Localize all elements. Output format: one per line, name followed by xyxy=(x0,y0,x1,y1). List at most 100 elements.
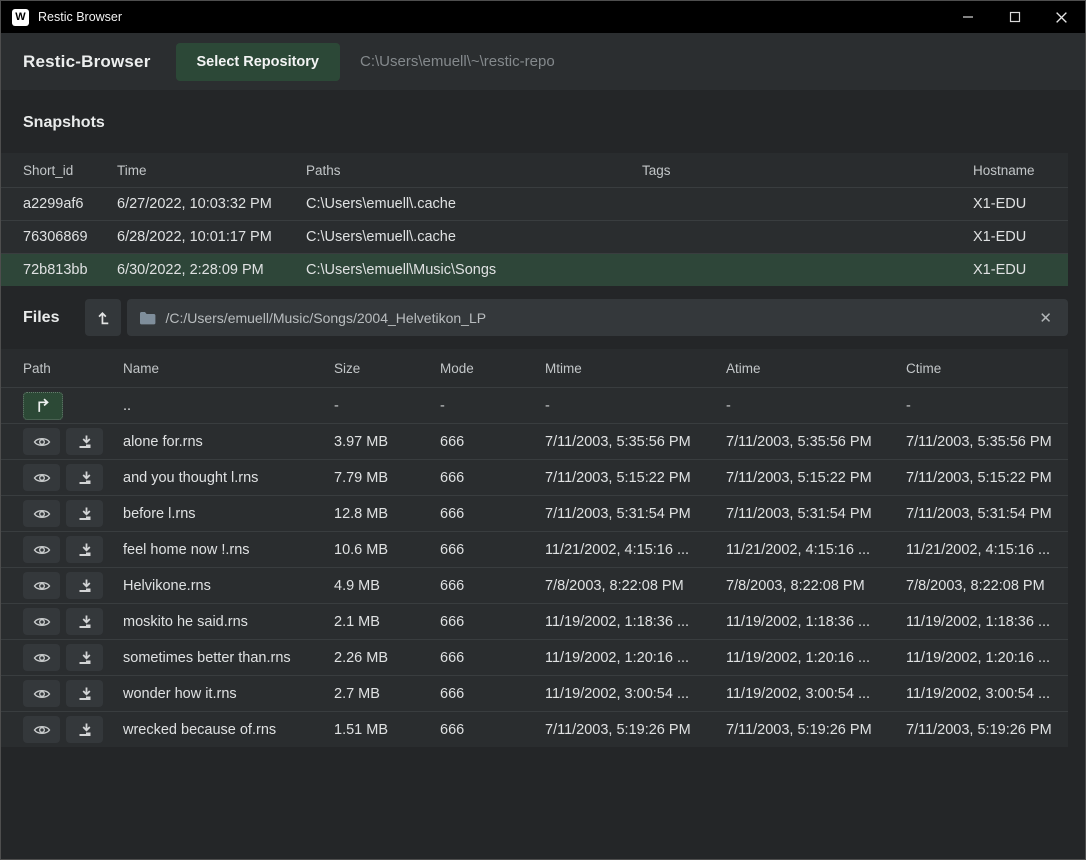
file-size: 2.26 MB xyxy=(334,650,440,666)
file-mtime: 11/19/2002, 1:20:16 ... xyxy=(545,650,726,666)
file-ctime: 11/21/2002, 4:15:16 ... xyxy=(906,542,1068,558)
file-size: 7.79 MB xyxy=(334,470,440,486)
eye-icon xyxy=(33,543,51,557)
file-atime: 7/8/2003, 8:22:08 PM xyxy=(726,578,906,594)
file-row: sometimes better than.rns 2.26 MB 666 11… xyxy=(1,639,1068,675)
file-mtime: 11/19/2002, 3:00:54 ... xyxy=(545,686,726,702)
download-file-button[interactable] xyxy=(66,428,103,455)
file-name: alone for.rns xyxy=(123,434,334,450)
file-mode: 666 xyxy=(440,650,545,666)
download-file-button[interactable] xyxy=(66,680,103,707)
download-file-button[interactable] xyxy=(66,536,103,563)
file-ctime: 7/11/2003, 5:31:54 PM xyxy=(906,506,1068,522)
download-icon xyxy=(77,434,93,450)
download-icon xyxy=(77,578,93,594)
file-mode: 666 xyxy=(440,722,545,738)
download-file-button[interactable] xyxy=(66,500,103,527)
column-header-ctime: Ctime xyxy=(906,361,1068,376)
snapshot-paths: C:\Users\emuell\.cache xyxy=(306,196,642,212)
preview-file-button[interactable] xyxy=(23,428,60,455)
preview-file-button[interactable] xyxy=(23,464,60,491)
up-right-arrow-icon xyxy=(35,398,52,413)
close-icon xyxy=(1055,11,1068,24)
go-up-directory-button[interactable] xyxy=(85,299,121,336)
folder-icon xyxy=(139,311,156,325)
download-file-button[interactable] xyxy=(66,572,103,599)
snapshot-row[interactable]: 76306869 6/28/2022, 10:01:17 PM C:\Users… xyxy=(1,220,1068,253)
preview-file-button[interactable] xyxy=(23,608,60,635)
file-name: before l.rns xyxy=(123,506,334,522)
file-mtime: 7/8/2003, 8:22:08 PM xyxy=(545,578,726,594)
file-row: feel home now !.rns 10.6 MB 666 11/21/20… xyxy=(1,531,1068,567)
select-repository-button[interactable]: Select Repository xyxy=(176,43,341,81)
download-file-button[interactable] xyxy=(66,464,103,491)
download-icon xyxy=(77,686,93,702)
column-header-hostname: Hostname xyxy=(973,163,1068,178)
snapshot-paths: C:\Users\emuell\.cache xyxy=(306,229,642,245)
eye-icon xyxy=(33,615,51,629)
preview-file-button[interactable] xyxy=(23,680,60,707)
parent-mode: - xyxy=(440,398,545,414)
file-atime: 7/11/2003, 5:15:22 PM xyxy=(726,470,906,486)
file-atime: 11/19/2002, 1:20:16 ... xyxy=(726,650,906,666)
snapshot-hostname: X1-EDU xyxy=(973,196,1068,212)
go-parent-button[interactable] xyxy=(23,392,63,420)
download-file-button[interactable] xyxy=(66,644,103,671)
empty-area xyxy=(1,747,1085,859)
file-size: 1.51 MB xyxy=(334,722,440,738)
snapshot-time: 6/28/2022, 10:01:17 PM xyxy=(117,229,306,245)
download-icon xyxy=(77,542,93,558)
file-row: wrecked because of.rns 1.51 MB 666 7/11/… xyxy=(1,711,1068,747)
column-header-path: Path xyxy=(23,361,123,376)
file-size: 2.1 MB xyxy=(334,614,440,630)
current-path-bar[interactable]: /C:/Users/emuell/Music/Songs/2004_Helvet… xyxy=(127,299,1068,336)
preview-file-button[interactable] xyxy=(23,572,60,599)
download-file-button[interactable] xyxy=(66,716,103,743)
column-header-tags: Tags xyxy=(642,163,973,178)
column-header-mode: Mode xyxy=(440,361,545,376)
download-file-button[interactable] xyxy=(66,608,103,635)
clear-path-button[interactable]: ✕ xyxy=(1035,307,1056,329)
minimize-button[interactable] xyxy=(944,1,991,33)
eye-icon xyxy=(33,435,51,449)
app-header: Restic-Browser Select Repository C:\User… xyxy=(1,33,1085,90)
snapshot-short-id: 76306869 xyxy=(23,229,117,245)
preview-file-button[interactable] xyxy=(23,500,60,527)
snapshot-short-id: 72b813bb xyxy=(23,262,117,278)
file-ctime: 11/19/2002, 3:00:54 ... xyxy=(906,686,1068,702)
close-button[interactable] xyxy=(1038,1,1085,33)
file-name: wonder how it.rns xyxy=(123,686,334,702)
file-row: and you thought l.rns 7.79 MB 666 7/11/2… xyxy=(1,459,1068,495)
column-header-time: Time xyxy=(117,163,306,178)
app-window: W Restic Browser Restic-Browser Select R… xyxy=(0,0,1086,860)
file-row: wonder how it.rns 2.7 MB 666 11/19/2002,… xyxy=(1,675,1068,711)
snapshot-row[interactable]: a2299af6 6/27/2022, 10:03:32 PM C:\Users… xyxy=(1,187,1068,220)
snapshots-table-header: Short_id Time Paths Tags Hostname xyxy=(1,153,1068,187)
parent-directory-row[interactable]: .. - - - - - xyxy=(1,387,1068,423)
snapshot-paths: C:\Users\emuell\Music\Songs xyxy=(306,262,642,278)
file-size: 2.7 MB xyxy=(334,686,440,702)
parent-size: - xyxy=(334,398,440,414)
file-name: wrecked because of.rns xyxy=(123,722,334,738)
preview-file-button[interactable] xyxy=(23,536,60,563)
download-icon xyxy=(77,614,93,630)
file-row: moskito he said.rns 2.1 MB 666 11/19/200… xyxy=(1,603,1068,639)
file-ctime: 7/8/2003, 8:22:08 PM xyxy=(906,578,1068,594)
snapshot-row[interactable]: 72b813bb 6/30/2022, 2:28:09 PM C:\Users\… xyxy=(1,253,1068,286)
file-ctime: 11/19/2002, 1:20:16 ... xyxy=(906,650,1068,666)
current-path-text: /C:/Users/emuell/Music/Songs/2004_Helvet… xyxy=(165,310,1035,326)
file-row: Helvikone.rns 4.9 MB 666 7/8/2003, 8:22:… xyxy=(1,567,1068,603)
file-mode: 666 xyxy=(440,542,545,558)
maximize-button[interactable] xyxy=(991,1,1038,33)
snapshot-time: 6/27/2022, 10:03:32 PM xyxy=(117,196,306,212)
file-atime: 11/21/2002, 4:15:16 ... xyxy=(726,542,906,558)
preview-file-button[interactable] xyxy=(23,716,60,743)
preview-file-button[interactable] xyxy=(23,644,60,671)
app-title: Restic-Browser xyxy=(23,52,151,72)
parent-atime: - xyxy=(726,398,906,414)
file-row: alone for.rns 3.97 MB 666 7/11/2003, 5:3… xyxy=(1,423,1068,459)
download-icon xyxy=(77,470,93,486)
column-header-paths: Paths xyxy=(306,163,642,178)
snapshots-table: Short_id Time Paths Tags Hostname a2299a… xyxy=(1,153,1085,286)
file-mtime: 7/11/2003, 5:15:22 PM xyxy=(545,470,726,486)
